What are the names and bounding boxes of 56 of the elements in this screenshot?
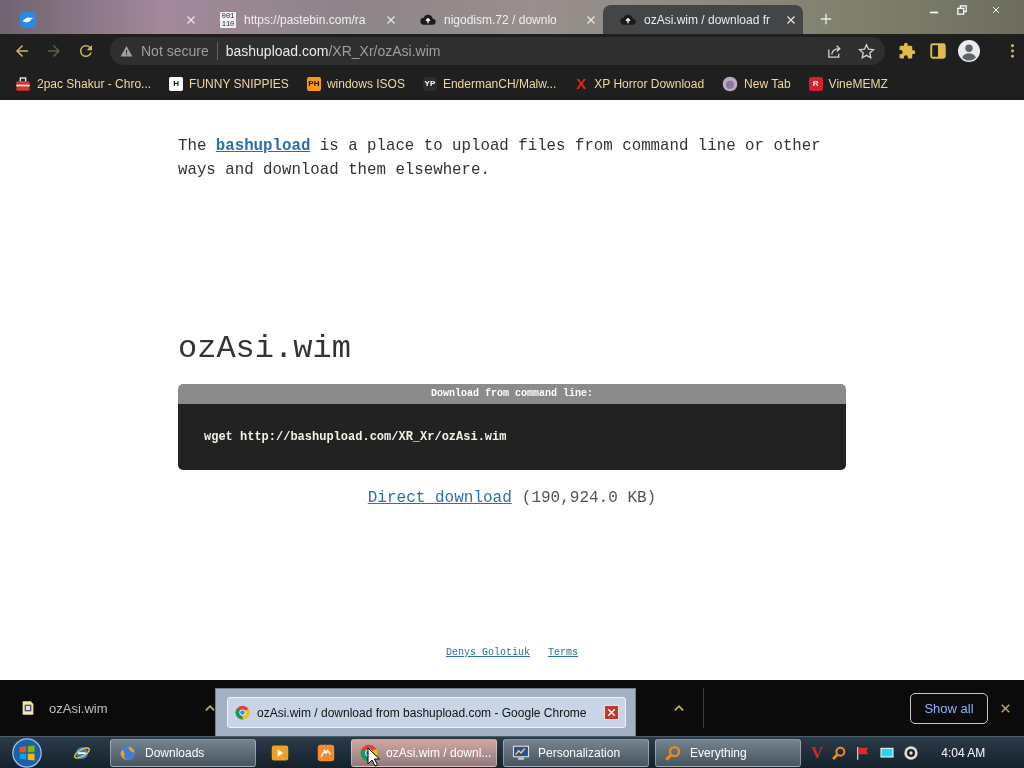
file-icon: [20, 700, 36, 716]
reload-icon[interactable]: [77, 42, 95, 60]
security-status[interactable]: Not secure: [141, 43, 209, 59]
app-icon: [20, 11, 36, 28]
round-thumbnail-icon: [722, 76, 739, 92]
site-logo: R: [808, 77, 823, 91]
footer-link[interactable]: Terms: [548, 646, 578, 660]
close-icon[interactable]: [785, 13, 797, 26]
monitor-icon: [512, 743, 530, 762]
command-text: wget http://bashupload.com/XR_Xr/ozAsi.wim: [204, 430, 507, 444]
app-icon: [317, 743, 335, 762]
star-icon[interactable]: [858, 42, 875, 60]
show-all-button[interactable]: Show all: [910, 692, 988, 724]
url-text[interactable]: bashupload.com/XR_Xr/ozAsi.wim: [225, 43, 441, 59]
site-logo: H: [169, 77, 184, 91]
globe-icon: [119, 743, 137, 762]
file-size-text: (190,924.0 KB): [521, 489, 657, 507]
bookmark-item[interactable]: 2pac Shakur - Chro...: [9, 72, 159, 96]
browser-logo-icon: [235, 705, 250, 720]
site-link[interactable]: bashupload: [215, 137, 311, 155]
bookmark-item[interactable]: YP EndermanCH/Malw...: [416, 72, 564, 96]
speaker-icon[interactable]: [903, 744, 920, 761]
bookmark-item[interactable]: X XP Horror Download: [568, 72, 712, 96]
play-icon: [271, 743, 289, 762]
magnifier-icon[interactable]: [831, 744, 848, 761]
footer-link[interactable]: Denys Golotiuk: [446, 646, 530, 660]
close-icon[interactable]: [604, 705, 619, 720]
bookmark-item[interactable]: R VineMEMZ: [802, 72, 895, 96]
side-panel-icon[interactable]: [929, 42, 947, 60]
file-name-heading: ozAsi.wim: [178, 333, 351, 365]
intro-text: The bashupload is a place to upload files from command line or other ways and download them elsewhere.: [178, 136, 822, 181]
mouse-pointer-icon: [367, 747, 380, 767]
site-logo: X: [575, 76, 588, 92]
bookmark-item[interactable]: PH windows ISOS: [300, 72, 412, 96]
bookmark-item[interactable]: New Tab: [716, 72, 798, 96]
warning-icon: [120, 44, 133, 58]
avatar-icon[interactable]: [958, 40, 980, 62]
magnifier-icon: [664, 743, 682, 762]
puzzle-piece-icon[interactable]: [898, 42, 916, 60]
download-item[interactable]: ozAsi.wim: [0, 686, 225, 730]
address-bar[interactable]: Not secure bashupload.com/XR_Xr/ozAsi.wim: [110, 37, 885, 65]
toolbox-icon: [15, 76, 31, 92]
command-header: Download from command line:: [178, 384, 846, 404]
direct-download-link[interactable]: Direct download: [367, 489, 512, 507]
taskbar-button[interactable]: Everything: [655, 738, 801, 767]
menu-icon[interactable]: [1010, 43, 1015, 59]
site-logo: PH: [306, 77, 321, 91]
bookmark-item[interactable]: H FUNNY SNIPPIES: [163, 72, 296, 96]
clock-text[interactable]: 4:04 AM: [941, 745, 986, 760]
taskbar-button[interactable]: Personalization: [503, 738, 649, 767]
start-orb-icon[interactable]: [10, 737, 44, 768]
thumbnail-window-item[interactable]: ozAsi.wim / download from bashupload.com - Google Chrome: [227, 697, 626, 728]
new-tab-icon[interactable]: [819, 12, 833, 26]
taskbar-button[interactable]: Downloads: [110, 738, 256, 767]
browser-tab[interactable]: ozAsi.wim / download fr: [603, 5, 803, 34]
site-logo: YP: [422, 77, 437, 91]
